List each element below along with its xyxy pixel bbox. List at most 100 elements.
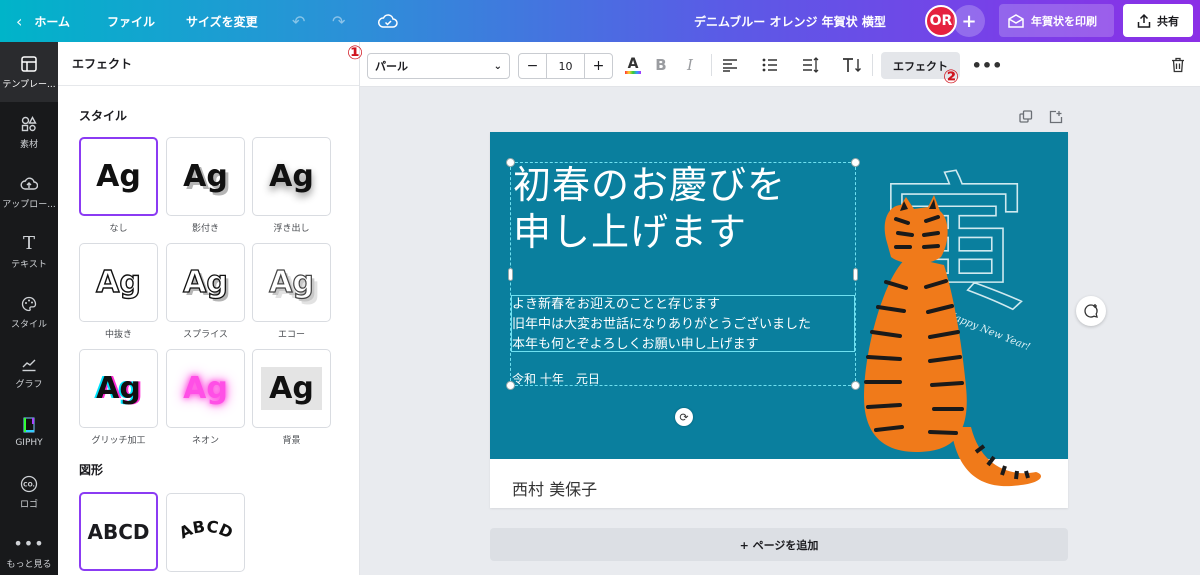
redo-icon: ↷ bbox=[332, 11, 346, 31]
print-button[interactable]: 年賀状を印刷 bbox=[999, 4, 1114, 37]
chevron-left-icon: ‹ bbox=[16, 11, 23, 31]
rail-item-charts[interactable]: グラフ bbox=[0, 342, 58, 402]
align-left-icon bbox=[723, 59, 737, 72]
rail-item-elements[interactable]: 素材 bbox=[0, 102, 58, 162]
resize-handle[interactable] bbox=[506, 158, 515, 167]
upload-icon bbox=[20, 175, 38, 193]
side-rail: テンプレー... 素材 アップロー... T テキスト スタイル グラフ GIP… bbox=[0, 42, 58, 575]
italic-icon: I bbox=[687, 56, 693, 74]
plus-icon: + bbox=[961, 10, 977, 32]
undo-button[interactable]: ↶ bbox=[292, 0, 305, 42]
annotation-marker-1: ① bbox=[347, 42, 364, 64]
decrease-size-button[interactable]: − bbox=[519, 54, 546, 78]
svg-text:ABCD: ABCD bbox=[176, 516, 236, 542]
duplicate-icon bbox=[1019, 110, 1033, 123]
effect-tile: Ag bbox=[79, 243, 158, 322]
rail-item-styles[interactable]: スタイル bbox=[0, 282, 58, 342]
rail-item-more[interactable]: ••• もっと見る bbox=[0, 522, 58, 575]
add-page-button[interactable]: + ページを追加 bbox=[490, 528, 1068, 561]
cloud-save-button[interactable] bbox=[378, 0, 398, 42]
line-spacing-icon bbox=[803, 57, 819, 73]
shape-curve[interactable]: ABCD bbox=[166, 493, 245, 572]
side-handle[interactable] bbox=[853, 268, 858, 281]
font-selector[interactable]: パール ⌄ bbox=[367, 53, 510, 79]
rail-item-giphy[interactable]: GIPHY bbox=[0, 402, 58, 462]
comment-button[interactable] bbox=[1076, 296, 1106, 326]
resize-handle[interactable] bbox=[851, 158, 860, 167]
resize-handle[interactable] bbox=[506, 381, 515, 390]
text-icon: T bbox=[22, 233, 35, 254]
side-handle[interactable] bbox=[508, 268, 513, 281]
rotate-handle[interactable]: ⟳ bbox=[675, 408, 693, 426]
chevron-down-icon: ⌄ bbox=[493, 60, 502, 72]
shape-none[interactable]: ABCD bbox=[79, 492, 158, 571]
file-menu[interactable]: ファイル bbox=[107, 0, 155, 42]
undo-icon: ↶ bbox=[292, 11, 306, 31]
add-collaborator-button[interactable]: + bbox=[953, 5, 985, 37]
color-bar bbox=[625, 70, 641, 74]
curved-text: ABCD bbox=[176, 516, 236, 542]
design-canvas[interactable]: 寅 Happy New Year! 初春のお慶びを 申し上げます よき新春をお迎… bbox=[490, 132, 1068, 508]
rail-item-uploads[interactable]: アップロー... bbox=[0, 162, 58, 222]
duplicate-page-button[interactable] bbox=[1017, 108, 1035, 126]
effect-tile: Ag bbox=[79, 349, 158, 428]
effect-background[interactable]: Ag 背景 bbox=[252, 349, 331, 446]
share-button[interactable]: 共有 bbox=[1123, 4, 1193, 37]
font-size-input[interactable]: 10 bbox=[546, 54, 585, 78]
bold-button[interactable]: B bbox=[653, 54, 669, 76]
elements-icon bbox=[20, 115, 38, 133]
effect-tile: Ag bbox=[166, 243, 245, 322]
effect-neon[interactable]: Ag ネオン bbox=[166, 349, 245, 446]
more-options-button[interactable]: ••• bbox=[972, 54, 1003, 76]
rail-item-text[interactable]: T テキスト bbox=[0, 222, 58, 282]
toolbar-divider bbox=[872, 54, 873, 76]
giphy-icon bbox=[20, 416, 38, 434]
effect-shadow[interactable]: Ag 影付き bbox=[166, 137, 245, 234]
increase-size-button[interactable]: + bbox=[585, 54, 612, 78]
italic-button[interactable]: I bbox=[682, 54, 698, 76]
effect-tile: Ag bbox=[252, 349, 331, 428]
hover-frame bbox=[511, 295, 855, 352]
redo-button[interactable]: ↷ bbox=[332, 0, 345, 42]
vertical-text-button[interactable] bbox=[841, 54, 863, 76]
resize-button[interactable]: サイズを変更 bbox=[186, 0, 258, 42]
sender-name[interactable]: 西村 美保子 bbox=[512, 476, 597, 500]
spacing-button[interactable] bbox=[801, 54, 821, 76]
list-button[interactable] bbox=[761, 54, 779, 76]
template-icon bbox=[20, 55, 38, 73]
effect-tile: Ag bbox=[252, 137, 331, 216]
effect-tile: Ag bbox=[79, 137, 158, 216]
comment-add-icon bbox=[1084, 304, 1098, 318]
svg-text:CO.: CO. bbox=[23, 481, 35, 488]
vertical-text-icon bbox=[843, 58, 861, 72]
add-page-icon bbox=[1049, 110, 1063, 124]
style-section-title: スタイル bbox=[79, 109, 128, 123]
effect-none[interactable]: Ag なし bbox=[79, 137, 158, 234]
align-button[interactable] bbox=[721, 54, 739, 76]
upload-share-icon bbox=[1137, 13, 1151, 28]
add-page-icon-button[interactable] bbox=[1047, 108, 1065, 126]
more-horizontal-icon: ••• bbox=[971, 55, 1003, 75]
effect-lift[interactable]: Ag 浮き出し bbox=[252, 137, 331, 234]
design-title[interactable]: デニムブルー オレンジ 年賀状 横型 bbox=[694, 0, 886, 42]
effect-echo[interactable]: Ag エコー bbox=[252, 243, 331, 340]
bold-icon: B bbox=[655, 56, 667, 74]
shape-section-title: 図形 bbox=[79, 463, 104, 477]
home-button[interactable]: ‹ ホーム bbox=[16, 0, 70, 42]
cloud-check-icon bbox=[378, 14, 398, 28]
more-icon: ••• bbox=[13, 534, 45, 553]
mail-icon bbox=[1008, 13, 1024, 28]
palette-icon bbox=[20, 295, 38, 313]
effect-hollow[interactable]: Ag 中抜き bbox=[79, 243, 158, 340]
delete-button[interactable] bbox=[1169, 54, 1187, 76]
effect-splice[interactable]: Ag スプライス bbox=[166, 243, 245, 340]
rail-item-templates[interactable]: テンプレー... bbox=[0, 42, 58, 102]
top-bar: ‹ ホーム ファイル サイズを変更 ↶ ↷ デニムブルー オレンジ 年賀状 横型… bbox=[0, 0, 1200, 42]
effect-glitch[interactable]: Ag グリッチ加工 bbox=[79, 349, 158, 446]
effect-tile: Ag bbox=[166, 137, 245, 216]
toolbar-divider bbox=[711, 54, 712, 76]
rail-item-logo[interactable]: CO. ロゴ bbox=[0, 462, 58, 522]
text-color-button[interactable]: A bbox=[623, 54, 643, 76]
logo-icon: CO. bbox=[20, 475, 38, 493]
resize-handle[interactable] bbox=[851, 381, 860, 390]
